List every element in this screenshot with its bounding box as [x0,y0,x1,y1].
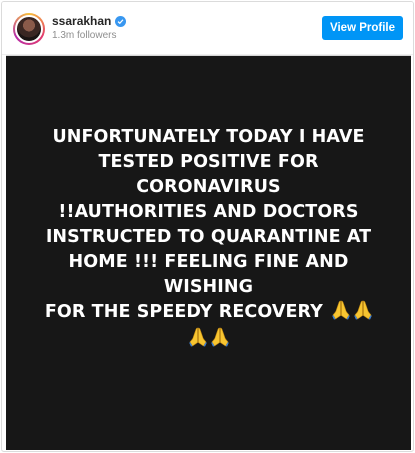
post-text: UNFORTUNATELY TODAY I HAVE TESTED POSITI… [24,125,393,352]
post-text-line-with-emoji: FOR THE SPEEDY RECOVERY [24,300,393,325]
post-text-line: INSTRUCTED TO QUARANTINE AT [45,227,372,247]
post-text-line: HOME !!! FEELING FINE AND WISHING [68,252,349,297]
emoji-line [24,327,393,352]
folded-hands-icon [332,300,350,320]
instagram-embed: ssarakhan 1.3m followers View Profile UN… [1,1,414,452]
post-image[interactable]: UNFORTUNATELY TODAY I HAVE TESTED POSITI… [6,55,411,450]
folded-hands-group [332,300,372,320]
post-text-line: !!AUTHORITIES AND DOCTORS [58,202,359,222]
folded-hands-icon [354,300,372,320]
post-text-line: TESTED POSITIVE FOR [98,152,319,172]
verified-badge-icon [115,15,127,27]
username-row: ssarakhan [52,14,127,28]
username[interactable]: ssarakhan [52,14,111,28]
folded-hands-icon [210,327,229,347]
post-text-line: FOR THE SPEEDY RECOVERY [44,302,323,322]
avatar[interactable] [13,13,45,45]
folded-hands-icon [188,327,207,347]
post-header: ssarakhan 1.3m followers View Profile [2,2,413,55]
post-text-line: UNFORTUNATELY TODAY I HAVE [52,127,365,147]
avatar-photo [15,15,43,43]
post-text-line: CORONAVIRUS [136,177,281,197]
folded-hands-group [188,327,229,347]
follower-count: 1.3m followers [52,30,117,41]
view-profile-button[interactable]: View Profile [322,16,403,40]
